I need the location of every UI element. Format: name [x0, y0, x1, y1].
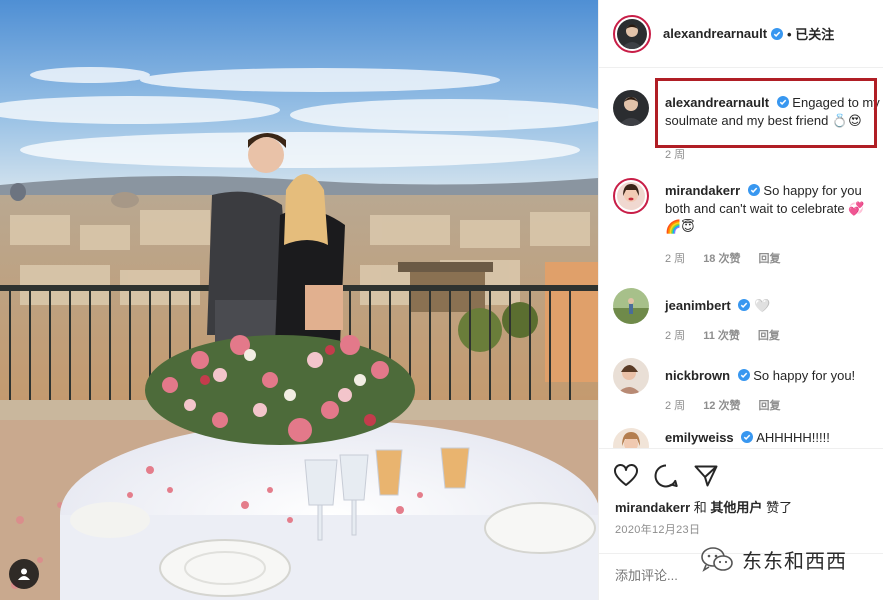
heart-icon[interactable]: [613, 463, 639, 489]
likes-username[interactable]: mirandakerr: [615, 500, 690, 515]
comment-item: emilyweiss AHHHHH!!!!!: [613, 428, 878, 448]
user-icon: [18, 568, 30, 580]
post-header: alexandrearnault • 已关注: [599, 0, 883, 68]
reply-button[interactable]: 回复: [758, 400, 780, 412]
comment-username[interactable]: jeanimbert: [665, 298, 731, 313]
comment-username[interactable]: emilyweiss: [665, 430, 734, 445]
comment-likes[interactable]: 18 次赞: [703, 253, 740, 265]
verified-icon: [747, 184, 760, 196]
reply-button[interactable]: 回复: [758, 253, 780, 265]
commenter-avatar[interactable]: [613, 178, 649, 214]
engagement-photo: [0, 0, 598, 600]
verified-icon: [737, 369, 750, 381]
watermark: 东东和西西: [700, 545, 847, 574]
watermark-text: 东东和西西: [742, 549, 847, 573]
likes-others[interactable]: 其他用户: [710, 500, 762, 515]
author-username[interactable]: alexandrearnault: [663, 26, 767, 41]
comment-item: nickbrown So happy for you! 2 周 12 次赞 回复: [613, 358, 878, 418]
post-photo[interactable]: [0, 0, 598, 600]
comment-time: 2 周: [665, 253, 686, 265]
caption-highlight-box: [655, 78, 877, 148]
wechat-icon: [701, 546, 733, 572]
comment-username[interactable]: mirandakerr: [665, 183, 740, 198]
post-side-panel: alexandrearnault • 已关注 alexandrearnault …: [598, 0, 883, 600]
tagged-user-button[interactable]: [9, 559, 39, 589]
comment-text: So happy for you!: [753, 368, 856, 383]
post-actions: mirandakerr 和 其他用户 赞了 2020年12月23日: [599, 448, 883, 600]
follow-status[interactable]: • 已关注: [787, 24, 834, 43]
comment-item: mirandakerr So happy for you both and ca…: [613, 178, 878, 268]
verified-icon: [741, 431, 754, 443]
commenter-avatar[interactable]: [613, 288, 649, 324]
comment-likes[interactable]: 12 次赞: [703, 400, 740, 412]
commenter-avatar[interactable]: [613, 428, 649, 448]
likes-connector: 和: [693, 500, 707, 515]
comments-list: alexandrearnault Engaged to my soulmate …: [599, 68, 883, 448]
verified-icon: [738, 299, 751, 311]
share-icon[interactable]: [693, 463, 719, 489]
comment-time: 2 周: [665, 400, 686, 412]
comment-username[interactable]: nickbrown: [665, 368, 730, 383]
comment-item: jeanimbert 🤍 2 周 11 次赞 回复: [613, 288, 878, 348]
likes-summary: mirandakerr 和 其他用户 赞了: [615, 497, 792, 516]
reply-button[interactable]: 回复: [758, 330, 780, 342]
author-avatar[interactable]: [613, 14, 651, 53]
likes-suffix: 赞了: [766, 500, 793, 515]
caption-time: 2 周: [665, 149, 686, 161]
comment-likes[interactable]: 11 次赞: [703, 330, 740, 342]
comment-text: 🤍: [754, 298, 771, 313]
post-date: 2020年12月23日: [615, 524, 701, 536]
comment-time: 2 周: [665, 330, 686, 342]
comment-text: AHHHHH!!!!!: [756, 430, 830, 445]
commenter-avatar[interactable]: [613, 358, 649, 394]
author-avatar[interactable]: [613, 90, 649, 126]
verified-icon: [771, 27, 784, 40]
comment-icon[interactable]: [653, 463, 679, 489]
